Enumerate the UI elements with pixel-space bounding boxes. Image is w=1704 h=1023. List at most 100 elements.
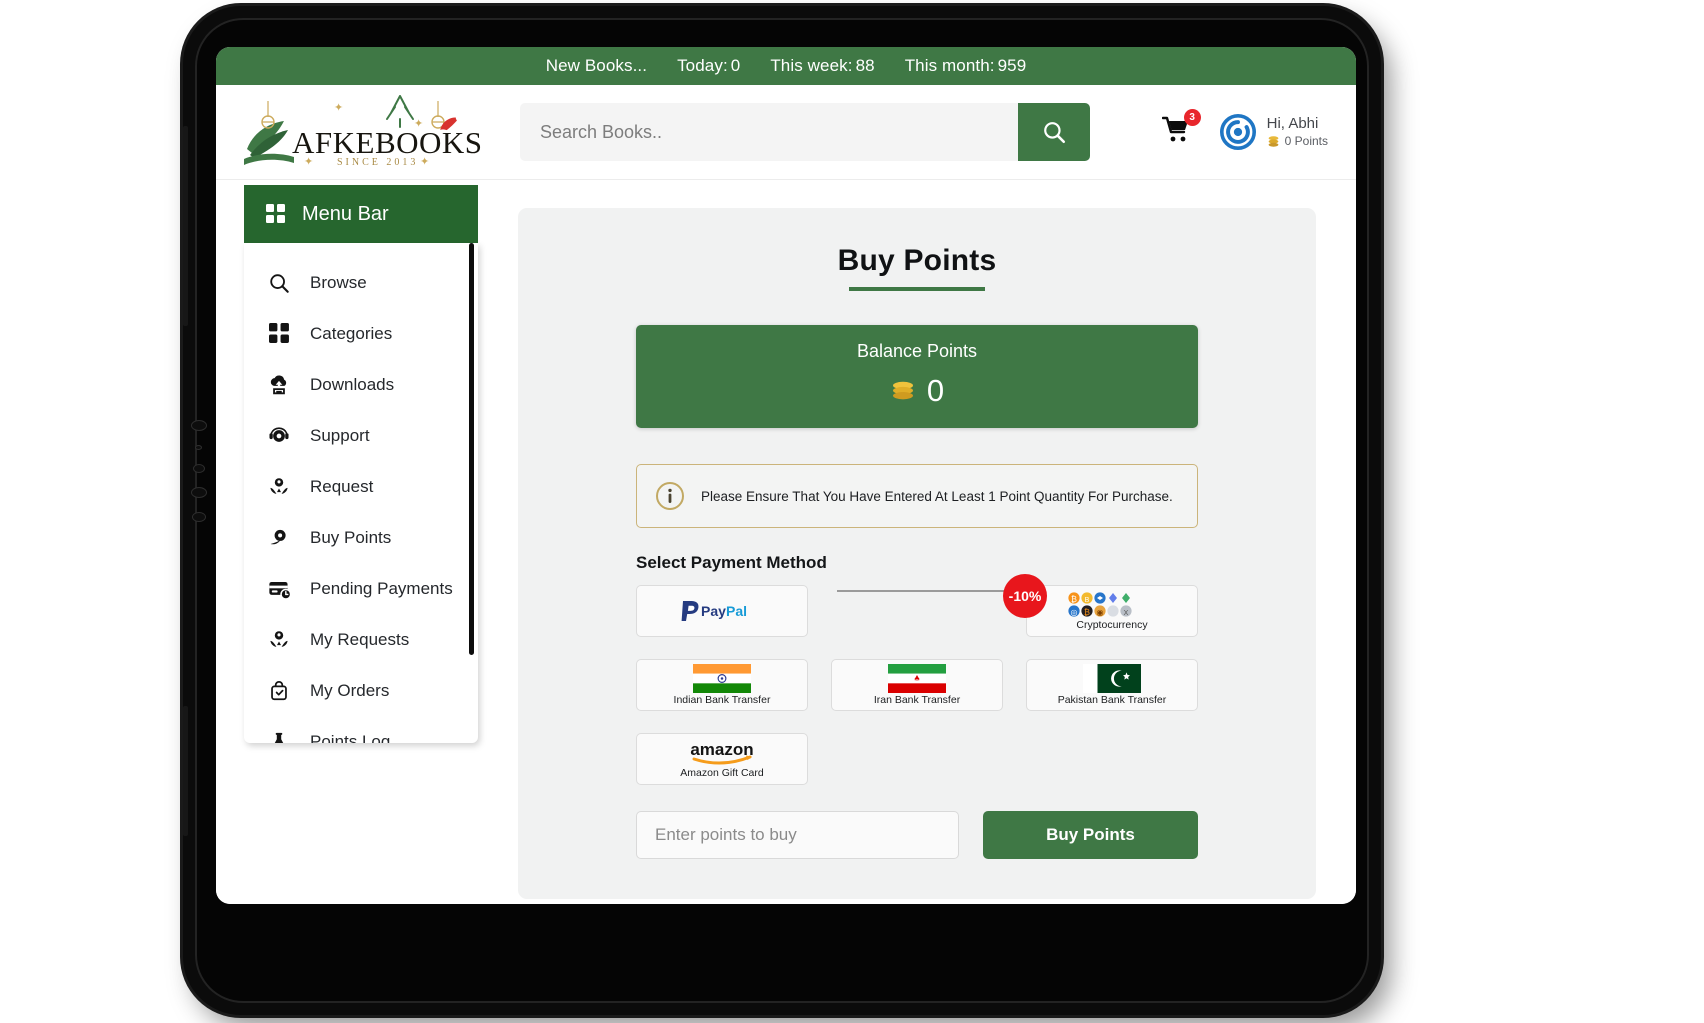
- payment-method-pakistan-bank-transfer[interactable]: Pakistan Bank Transfer: [1026, 659, 1198, 711]
- payment-method-label: Cryptocurrency: [1076, 618, 1148, 631]
- stat-this-month: This month: 959: [904, 56, 1027, 75]
- search-bar[interactable]: [520, 103, 1090, 161]
- logo-wordmark: AFKEBOOKS: [292, 125, 483, 160]
- payment-method-broken-image[interactable]: [831, 585, 1017, 637]
- sidebar: Menu Bar Browse Categories Downloads Sup…: [216, 180, 478, 904]
- card-clock-icon: [266, 577, 292, 600]
- menu-scroll-area: Browse Categories Downloads Support Requ…: [244, 243, 478, 743]
- sidebar-item-label: Pending Payments: [310, 578, 453, 598]
- sidebar-item-pending-payments[interactable]: Pending Payments: [244, 563, 478, 614]
- sidebar-item-my-orders[interactable]: My Orders: [244, 665, 478, 716]
- sidebar-item-categories[interactable]: Categories: [244, 308, 478, 359]
- device-port-dots: [191, 406, 209, 536]
- main-content: Buy Points Balance Points 0 Please Ensur…: [478, 180, 1356, 904]
- coins-icon: [892, 381, 913, 400]
- menu-list-panel: Browse Categories Downloads Support Requ…: [244, 243, 478, 743]
- new-books-stats-bar: New Books... Today: 0 This week: 88 This m…: [216, 47, 1356, 85]
- title-underline: [849, 287, 985, 291]
- payment-methods-grid: Pay Pal -10% ₿ B ◎ ₿ ◉ X Cryptocurrency …: [636, 574, 1198, 785]
- new-books-label: New Books...: [545, 56, 648, 75]
- svg-text:Pal: Pal: [726, 603, 747, 619]
- user-points-text: 0 Points: [1284, 133, 1328, 148]
- discount-badge: -10%: [1003, 574, 1047, 618]
- svg-text:Pay: Pay: [701, 603, 726, 619]
- buy-points-button[interactable]: Buy Points: [983, 811, 1198, 859]
- search-icon: [1044, 122, 1066, 144]
- search-icon: [266, 272, 292, 294]
- sidebar-scrollbar-thumb[interactable]: [469, 243, 474, 655]
- page-title: Buy Points: [837, 244, 997, 277]
- download-cloud-icon: [266, 374, 292, 396]
- user-greeting: Hi, Abhi: [1266, 115, 1319, 133]
- payment-method-paypal[interactable]: Pay Pal: [636, 585, 808, 637]
- balance-points-value: 0: [926, 373, 945, 408]
- broken-image-line: [837, 590, 1017, 592]
- sidebar-scrollbar-track[interactable]: [469, 243, 476, 743]
- user-account-menu[interactable]: Hi, Abhi 0 Points: [1219, 114, 1328, 150]
- buy-points-card: Buy Points Balance Points 0 Please Ensur…: [518, 208, 1316, 899]
- svg-text:B: B: [1085, 597, 1090, 604]
- payment-method-indian-bank-transfer[interactable]: Indian Bank Transfer: [636, 659, 808, 711]
- sidebar-item-label: Categories: [310, 323, 393, 343]
- screenshot-root: New Books... Today: 0 This week: 88 This m…: [0, 0, 1704, 1023]
- sidebar-item-label: My Orders: [310, 680, 390, 700]
- sidebar-item-my-requests[interactable]: My Requests: [244, 614, 478, 665]
- sidebar-item-browse[interactable]: Browse: [244, 257, 478, 308]
- purchase-notice-text: Please Ensure That You Have Entered At L…: [701, 488, 1173, 504]
- info-icon: [656, 482, 684, 510]
- sidebar-item-label: Support: [310, 425, 370, 445]
- sidebar-item-label: Buy Points: [310, 527, 392, 547]
- pakistan-flag-icon: [1083, 664, 1141, 694]
- device-side-button-lower: [183, 706, 188, 836]
- sidebar-item-buy-points[interactable]: Buy Points: [244, 512, 478, 563]
- payment-method-label: Pakistan Bank Transfer: [1057, 694, 1167, 707]
- cart-count-badge: 3: [1183, 109, 1201, 126]
- stat-this-week: This week: 88: [770, 56, 875, 75]
- sidebar-item-label: Points Log: [310, 731, 391, 744]
- grid-icon: [266, 323, 292, 344]
- payment-methods-section: Select Payment Method Pay Pal -10% ₿ B ◎…: [636, 553, 1198, 785]
- site-logo[interactable]: ✦ ✦ ✦ ✦ AFKEBOOKS SINCE 2013: [242, 95, 482, 169]
- coin-hand-icon: [266, 527, 292, 549]
- sidebar-item-support[interactable]: Support: [244, 410, 478, 461]
- points-quantity-input[interactable]: [636, 811, 959, 859]
- india-flag-icon: [693, 664, 751, 694]
- sidebar-item-points-log[interactable]: Points Log: [244, 716, 478, 743]
- search-input[interactable]: [520, 103, 1018, 161]
- payment-method-label: Amazon Gift Card: [680, 766, 764, 779]
- menu-bar-header[interactable]: Menu Bar: [244, 185, 478, 243]
- user-info: Hi, Abhi 0 Points: [1267, 115, 1328, 149]
- balance-points-panel: Balance Points 0: [636, 325, 1198, 428]
- iran-flag-icon: [888, 664, 946, 694]
- payment-method-iran-bank-transfer[interactable]: Iran Bank Transfer: [831, 659, 1003, 711]
- payment-method-amazon-gift-card[interactable]: amazon Amazon Gift Card: [636, 733, 808, 785]
- bag-check-icon: [266, 680, 292, 702]
- logo-sparkle-1-icon: ✦: [334, 102, 344, 114]
- purchase-notice: Please Ensure That You Have Entered At L…: [636, 464, 1198, 528]
- paypal-logo-icon: Pay Pal: [681, 601, 747, 621]
- payment-method-label: Indian Bank Transfer: [673, 694, 771, 707]
- headset-icon: [266, 425, 292, 447]
- sidebar-item-downloads[interactable]: Downloads: [244, 359, 478, 410]
- page-body: Menu Bar Browse Categories Downloads Sup…: [216, 180, 1356, 904]
- balance-points-label: Balance Points: [856, 341, 978, 361]
- sidebar-item-request[interactable]: Request: [244, 461, 478, 512]
- user-avatar-icon: [1219, 114, 1256, 150]
- logo-bauble-left-icon: [261, 101, 275, 129]
- search-submit-button[interactable]: [1018, 103, 1090, 161]
- logo-tagline: SINCE 2013: [337, 157, 419, 168]
- crypto-coins-icon: ₿ B ◎ ₿ ◉ X: [1068, 592, 1132, 617]
- coins-icon: [1268, 136, 1279, 147]
- payment-method-cryptocurrency[interactable]: -10% ₿ B ◎ ₿ ◉ X Cryptocurrency: [1003, 574, 1198, 637]
- sidebar-item-label: Request: [310, 476, 374, 496]
- tablet-device-frame: New Books... Today: 0 This week: 88 This m…: [183, 6, 1381, 1015]
- svg-text:◎: ◎: [1071, 608, 1078, 617]
- menu-bar-title: Menu Bar: [302, 202, 389, 225]
- svg-text:₿: ₿: [1084, 608, 1090, 617]
- sidebar-item-label: Browse: [310, 272, 367, 292]
- stat-today: Today: 0: [677, 56, 741, 75]
- sidebar-item-label: My Requests: [310, 629, 410, 649]
- cart-button[interactable]: 3: [1161, 109, 1201, 149]
- buy-points-form: Buy Points: [636, 811, 1198, 859]
- hands-user-icon: [266, 476, 292, 498]
